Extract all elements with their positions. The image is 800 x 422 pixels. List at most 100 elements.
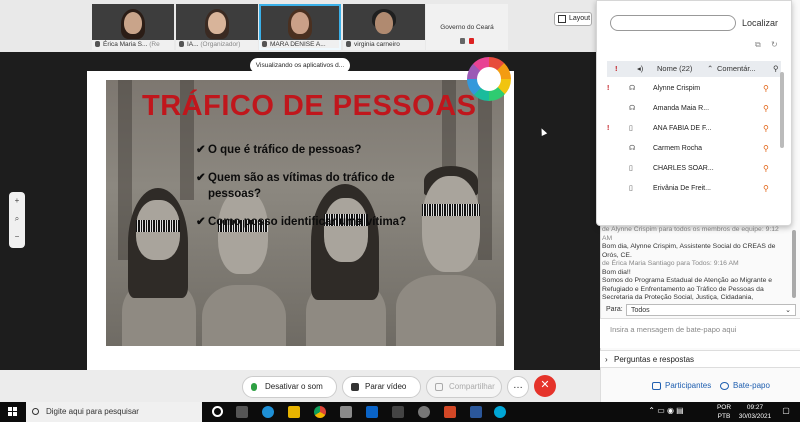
mute-button[interactable]: Desativar o som [242, 376, 337, 398]
pin-icon[interactable]: ⚲ [763, 139, 769, 159]
share-button[interactable]: Compartilhar [426, 376, 502, 398]
search-icon [32, 408, 39, 415]
copy-icon[interactable]: ⧉ [755, 41, 763, 49]
zoom-in-icon[interactable]: + [9, 192, 25, 210]
headset-icon: ☊ [629, 105, 636, 112]
chat-message-log: de Alynne Crispim para todos os membros … [602, 226, 790, 300]
slide-bullet: ✔ O que é tráfico de pessoas? [196, 144, 362, 156]
participant-list-scrollbar[interactable] [780, 72, 784, 148]
qa-section-toggle[interactable]: › Perguntas e respostas [600, 350, 800, 368]
zoom-reset-icon[interactable]: ⌕ [9, 210, 25, 228]
mic-icon [179, 41, 184, 47]
check-arrow-icon: ✔ [196, 172, 206, 184]
clock[interactable]: 09:27 30/03/2021 [738, 403, 772, 421]
grid-icon [558, 15, 566, 23]
video-thumbnail[interactable]: Governo do Ceará [426, 4, 508, 50]
chat-message-meta: de Alynne Crispim para todos os membros … [602, 226, 779, 242]
participant-row[interactable]: ▯ Erivânia De Freit... ⚲ [607, 179, 781, 199]
store-icon[interactable] [340, 406, 352, 418]
check-arrow-icon: ✔ [196, 144, 206, 156]
share-screen-icon [435, 383, 443, 391]
windows-taskbar: Digite aqui para pesquisar ⌃ ▭ ◉ ▤ POR PT… [0, 402, 800, 422]
phone-icon: ▯ [629, 125, 633, 132]
zoom-out-icon[interactable]: − [9, 228, 25, 246]
windows-start-icon[interactable] [8, 407, 18, 417]
refresh-icon[interactable]: ↻ [771, 41, 779, 49]
video-off-icon [469, 38, 474, 44]
chat-message-text: Bom dia!! [602, 268, 631, 276]
video-thumbnail[interactable]: Érica Maria S... (Re [92, 4, 174, 50]
pin-icon: ⚲ [773, 64, 779, 73]
chat-bubble-icon [720, 382, 729, 390]
chrome-icon[interactable] [314, 406, 326, 418]
stop-video-button[interactable]: Parar vídeo [342, 376, 421, 398]
headset-icon: ☊ [629, 85, 636, 92]
participant-row[interactable]: ! ▯ ANA FABIA DE F... ⚲ [607, 119, 781, 139]
phone-icon: ▯ [629, 185, 633, 192]
task-view-icon[interactable] [212, 406, 223, 417]
powerpoint-icon[interactable] [444, 406, 456, 418]
chat-message-text: Somos do Programa Estadual de Atenção ao… [602, 277, 773, 300]
mic-icon [346, 41, 351, 47]
zoom-controls: + ⌕ − [9, 192, 25, 248]
settings-gear-icon[interactable] [418, 406, 430, 418]
video-thumbnail-active-speaker[interactable]: MARA DENISE A... [259, 4, 341, 50]
widgets-icon[interactable] [236, 406, 248, 418]
participant-row[interactable]: ! ☊ Alynne Crispim ⚲ [607, 79, 781, 99]
video-thumbnail-strip: Érica Maria S... (Re IA... (Organizador)… [0, 0, 600, 52]
mic-icon [460, 38, 465, 44]
video-thumbnail[interactable]: IA... (Organizador) [176, 4, 258, 50]
file-explorer-icon[interactable] [288, 406, 300, 418]
camera-icon [351, 383, 359, 391]
chat-button[interactable]: Bate-papo [720, 375, 770, 397]
word-icon[interactable] [470, 406, 482, 418]
webex-icon[interactable] [494, 406, 506, 418]
headset-icon: ☊ [629, 145, 636, 152]
participants-button[interactable]: Participantes [652, 375, 711, 397]
edge-icon[interactable] [262, 406, 274, 418]
find-button[interactable]: Localizar [742, 15, 778, 31]
mail-icon[interactable] [366, 406, 378, 418]
people-icon [652, 382, 661, 390]
slide-title: TRÁFICO DE PESSOAS [142, 90, 477, 122]
slide-bullet-list: ✔ O que é tráfico de pessoas? ✔ Quem são a… [196, 142, 416, 242]
mic-icon [262, 41, 267, 47]
layout-button[interactable]: Layout [554, 12, 592, 26]
participant-list-header: ! ◂) Nome (22) ⌃ Comentár... ⚲ [607, 61, 781, 77]
video-thumbnail[interactable]: virginia carneiro [343, 4, 425, 50]
pin-icon[interactable]: ⚲ [763, 119, 769, 139]
chat-message-meta: de Érica Maria Santiago para Todos: 9:16… [602, 260, 739, 267]
raise-hand-icon: ! [615, 64, 618, 73]
participant-search-input[interactable] [610, 15, 736, 31]
pin-icon[interactable]: ⚲ [763, 99, 769, 119]
pin-icon[interactable]: ⚲ [763, 179, 769, 199]
chat-scrollbar[interactable] [792, 230, 796, 298]
participants-popup: Localizar ⧉ ↻ ! ◂) Nome (22) ⌃ Comentár.… [596, 0, 792, 226]
sort-icon: ⌃ [707, 64, 714, 73]
participant-row[interactable]: ☊ Carmem Rocha ⚲ [607, 139, 781, 159]
pin-icon[interactable]: ⚲ [763, 159, 769, 179]
end-meeting-button[interactable]: ✕ [534, 375, 556, 397]
participant-row[interactable]: ▯ CHARLES SOAR... ⚲ [607, 159, 781, 179]
language-indicator[interactable]: POR PTB [712, 403, 736, 421]
chat-message-text: Bom dia, Alynne Crispim, Assistente Soci… [602, 243, 776, 259]
screen-share-banner[interactable]: Visualizando os aplicativos d... [250, 58, 350, 73]
notification-icon[interactable]: ▢ [780, 406, 792, 415]
check-arrow-icon: ✔ [196, 216, 206, 228]
participant-row[interactable]: ☊ Amanda Maia R... ⚲ [607, 99, 781, 119]
slide-bullet: ✔ Quem são as vítimas do tráfico de pesso… [196, 172, 395, 200]
chevron-down-icon: ⌄ [785, 307, 791, 314]
mic-icon [95, 41, 100, 47]
microphone-icon [251, 383, 257, 391]
system-tray-icons[interactable]: ⌃ ▭ ◉ ▤ [636, 406, 696, 415]
pin-icon[interactable]: ⚲ [763, 79, 769, 99]
phone-icon: ▯ [629, 165, 633, 172]
chat-message-input[interactable]: Insira a mensagem de bate-papo aqui [600, 318, 800, 348]
taskbar-search-input[interactable]: Digite aqui para pesquisar [26, 402, 202, 422]
slide-bullet: ✔ Como posso identificar uma vítima? [196, 216, 407, 228]
chevron-right-icon: › [605, 355, 608, 364]
chat-recipient-select[interactable]: Todos ⌄ [626, 304, 796, 316]
speaker-icon: ◂) [637, 64, 644, 73]
shield-icon[interactable] [392, 406, 404, 418]
more-options-button[interactable]: … [507, 376, 529, 398]
